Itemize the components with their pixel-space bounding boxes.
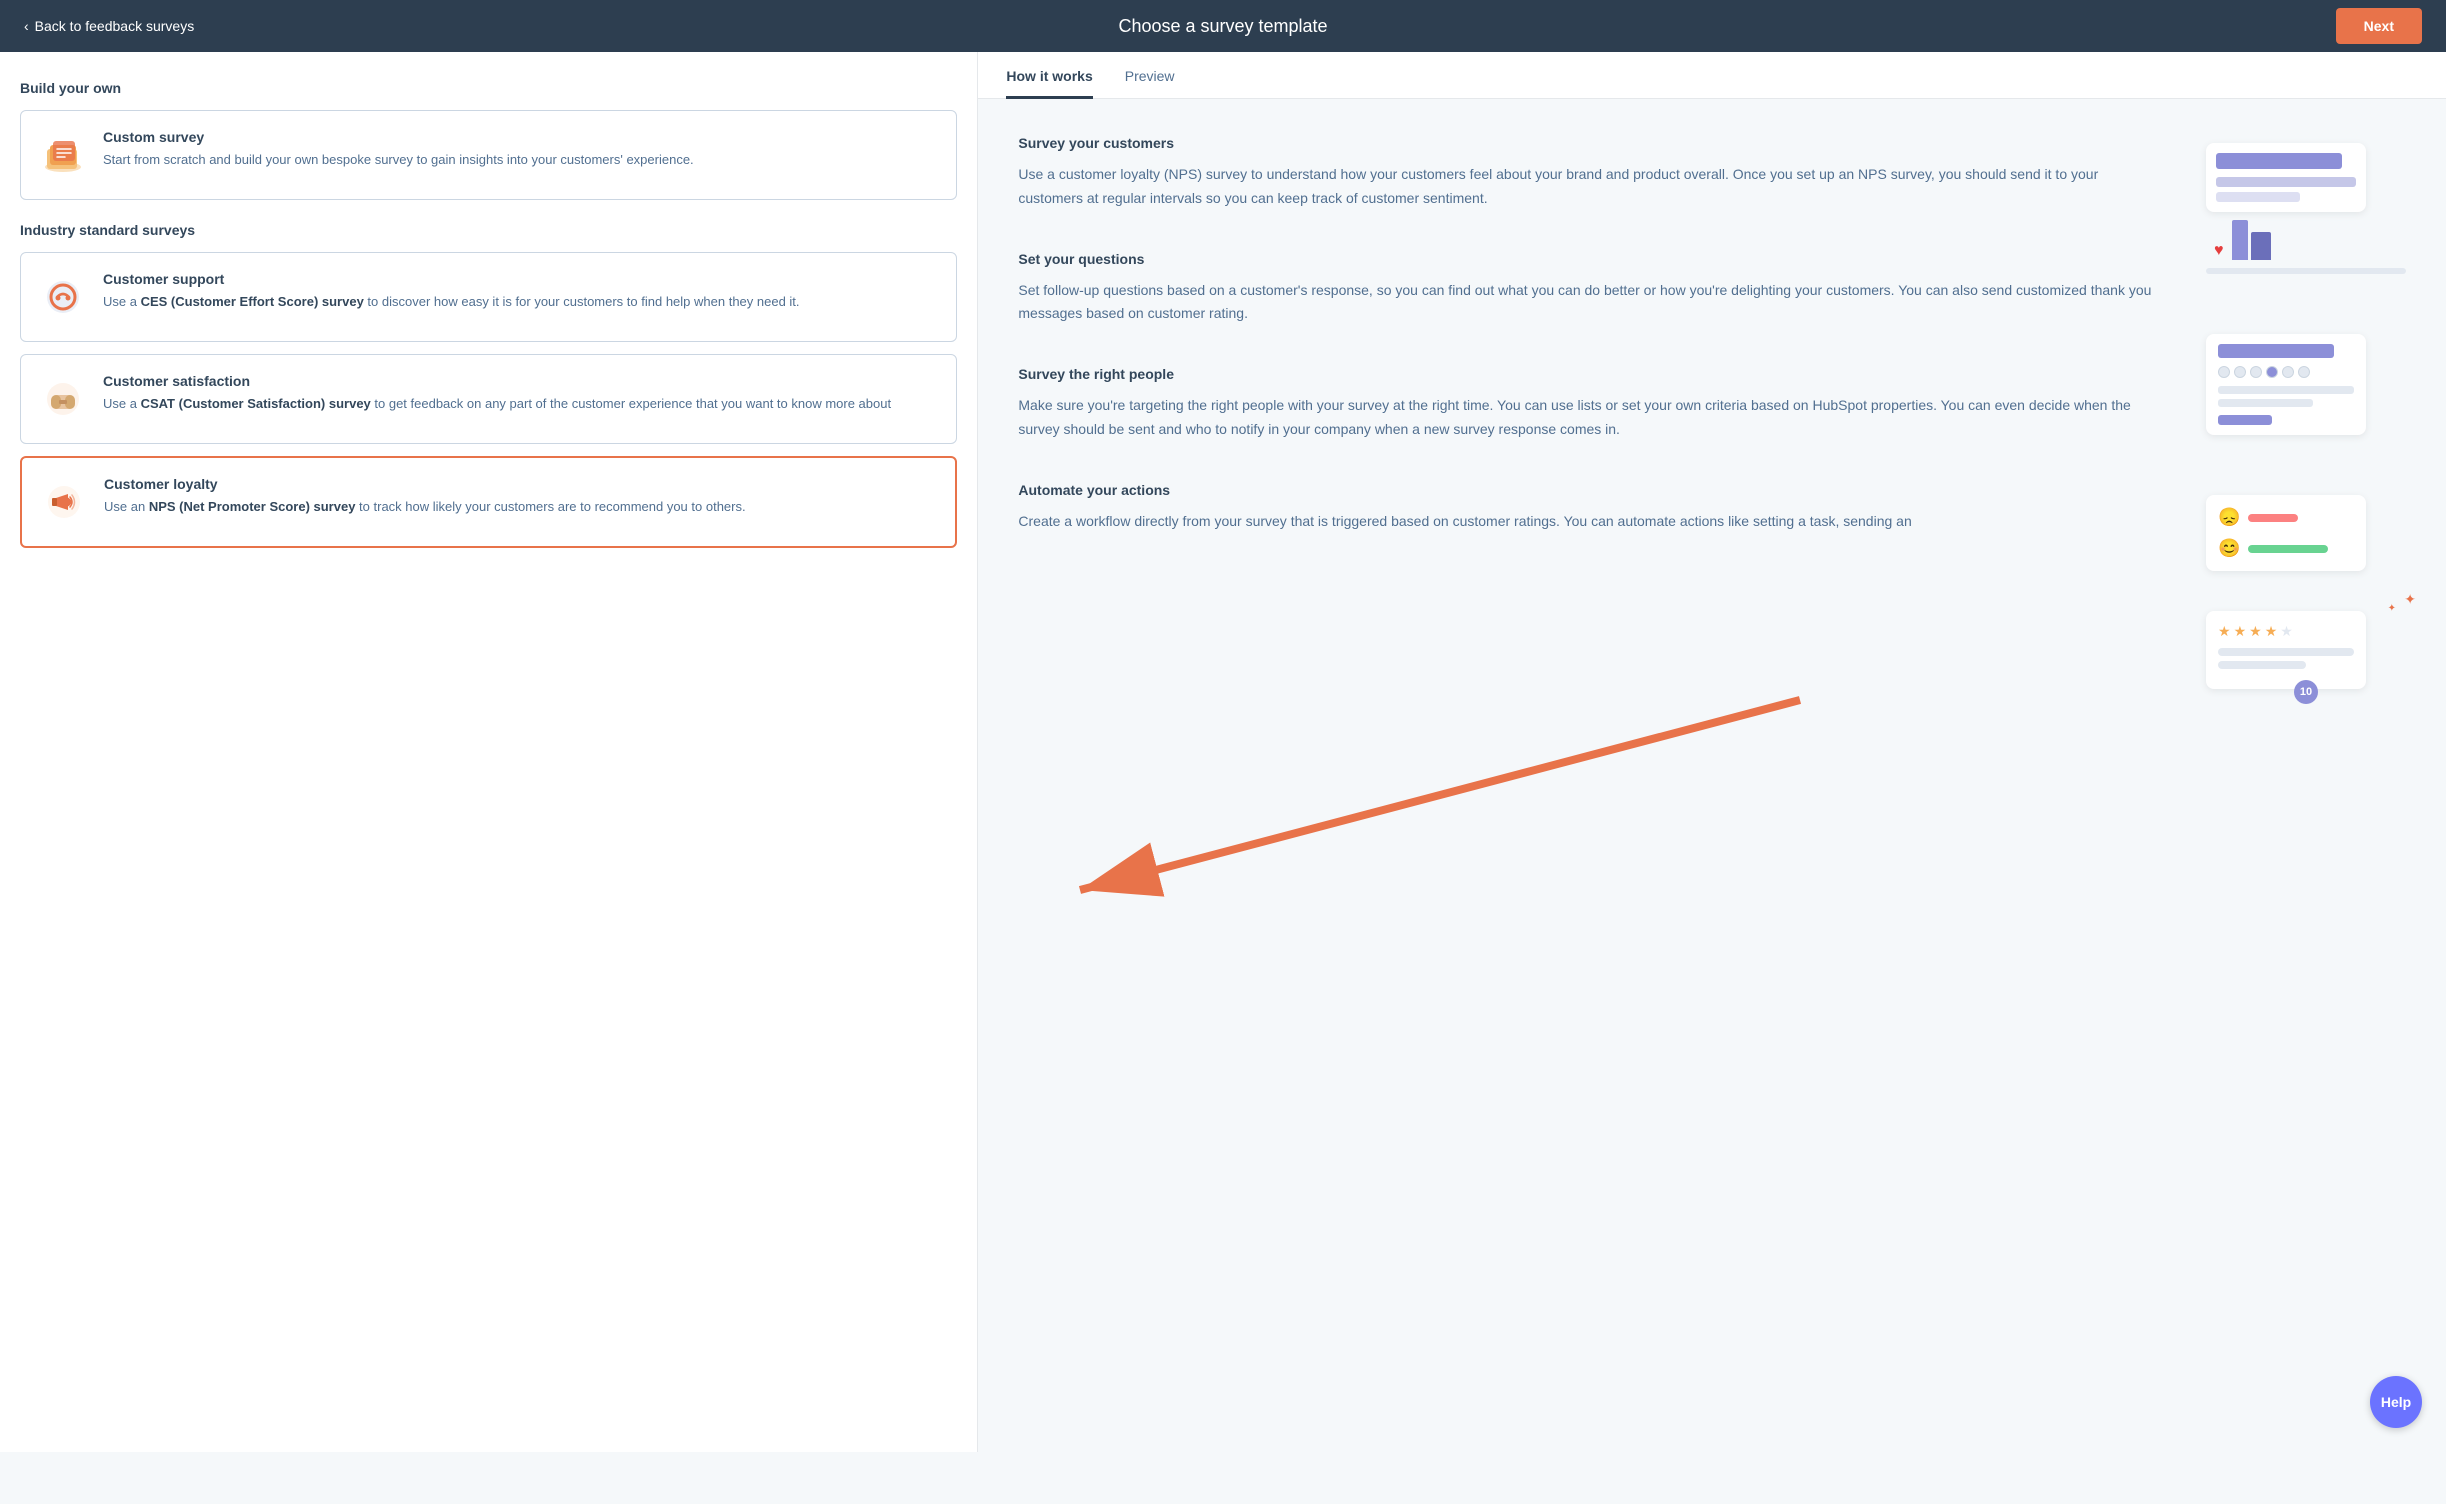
custom-survey-icon	[37, 129, 89, 181]
tab-preview[interactable]: Preview	[1125, 52, 1175, 99]
customer-satisfaction-desc: Use a CSAT (Customer Satisfaction) surve…	[103, 394, 891, 414]
star-1: ★	[2218, 623, 2231, 640]
illus-targeting-section: 😞 😊	[2206, 495, 2406, 571]
section-title-1: Survey your customers	[1018, 135, 2158, 151]
rating-dot-5	[2282, 366, 2294, 378]
section-body-2: Set follow-up questions based on a custo…	[1018, 279, 2158, 327]
back-link[interactable]: ‹ Back to feedback surveys	[24, 18, 194, 34]
star-4: ★	[2265, 623, 2278, 640]
section-right-people: Survey the right people Make sure you're…	[1018, 366, 2158, 442]
auto-bar-2	[2218, 661, 2306, 669]
auto-bar-1	[2218, 648, 2354, 656]
page-title: Choose a survey template	[1118, 16, 1327, 37]
illus-q-title	[2218, 344, 2334, 358]
star-2: ★	[2234, 623, 2247, 640]
illus-automation-section: ★ ★ ★ ★ ★ ✦ ✦ 10	[2206, 611, 2406, 689]
customer-loyalty-content: Customer loyalty Use an NPS (Net Promote…	[104, 476, 746, 517]
stars-row: ★ ★ ★ ★ ★	[2218, 623, 2354, 640]
industry-section: Industry standard surveys Customer suppo…	[20, 222, 957, 548]
illustrations-column: ♥	[2206, 135, 2406, 689]
sad-face-icon: 😞	[2218, 507, 2240, 528]
illus-rating-row	[2218, 366, 2354, 378]
section-automate: Automate your actions Create a workflow …	[1018, 482, 2158, 534]
custom-survey-desc: Start from scratch and build your own be…	[103, 150, 694, 170]
illus-progress-1	[2206, 268, 2406, 274]
star-3: ★	[2249, 623, 2262, 640]
illus-building-group: ♥	[2206, 220, 2406, 260]
customer-loyalty-icon	[38, 476, 90, 528]
chevron-left-icon: ‹	[24, 18, 29, 34]
illus-faces-card: 😞 😊	[2206, 495, 2366, 571]
customer-loyalty-desc: Use an NPS (Net Promoter Score) survey t…	[104, 497, 746, 517]
rating-dot-3	[2250, 366, 2262, 378]
next-button[interactable]: Next	[2336, 8, 2422, 44]
custom-survey-title: Custom survey	[103, 129, 694, 145]
customer-support-card[interactable]: Customer support Use a CES (Customer Eff…	[20, 252, 957, 342]
content-text: Survey your customers Use a customer loy…	[1018, 135, 2158, 689]
heart-icon: ♥	[2214, 242, 2224, 260]
illus-bar-2	[2216, 177, 2356, 187]
building-tower-2	[2251, 232, 2271, 260]
face-row-happy: 😊	[2218, 538, 2354, 559]
content-area: Survey your customers Use a customer loy…	[978, 99, 2446, 725]
section-title-3: Survey the right people	[1018, 366, 2158, 382]
customer-support-desc: Use a CES (Customer Effort Score) survey…	[103, 292, 800, 312]
building-tower-1	[2232, 220, 2248, 260]
customer-loyalty-title: Customer loyalty	[104, 476, 746, 492]
illus-nps-section: ♥	[2206, 143, 2406, 274]
face-row-sad: 😞	[2218, 507, 2354, 528]
customer-support-content: Customer support Use a CES (Customer Eff…	[103, 271, 800, 312]
section-survey-customers: Survey your customers Use a customer loy…	[1018, 135, 2158, 211]
rating-dot-4	[2266, 366, 2278, 378]
number-badge: 10	[2294, 680, 2318, 704]
section-body-4: Create a workflow directly from your sur…	[1018, 510, 2158, 534]
build-own-label: Build your own	[20, 80, 957, 96]
customer-support-icon	[37, 271, 89, 323]
happy-face-icon: 😊	[2218, 538, 2240, 559]
sad-bar	[2248, 514, 2298, 522]
custom-survey-content: Custom survey Start from scratch and bui…	[103, 129, 694, 170]
rating-dot-2	[2234, 366, 2246, 378]
illus-questions-card	[2206, 334, 2366, 435]
section-title-4: Automate your actions	[1018, 482, 2158, 498]
left-panel: Build your own Custom survey Start fr	[0, 52, 978, 1452]
illus-submit-btn	[2218, 415, 2272, 425]
back-label: Back to feedback surveys	[35, 18, 195, 34]
illus-bar-3	[2216, 192, 2300, 202]
sparkle-icon: ✦	[2404, 591, 2416, 608]
customer-satisfaction-title: Customer satisfaction	[103, 373, 891, 389]
rating-dot-1	[2218, 366, 2230, 378]
customer-support-title: Customer support	[103, 271, 800, 287]
customer-satisfaction-icon	[37, 373, 89, 425]
illus-q-bar2	[2218, 399, 2313, 407]
tab-how-it-works[interactable]: How it works	[1006, 52, 1092, 99]
tabs-bar: How it works Preview	[978, 52, 2446, 99]
illus-stars-card: ★ ★ ★ ★ ★	[2206, 611, 2366, 689]
help-button[interactable]: Help	[2370, 1376, 2422, 1428]
custom-survey-card[interactable]: Custom survey Start from scratch and bui…	[20, 110, 957, 200]
app-header: ‹ Back to feedback surveys Choose a surv…	[0, 0, 2446, 52]
right-panel: How it works Preview Survey your custome…	[978, 52, 2446, 1452]
section-title-2: Set your questions	[1018, 251, 2158, 267]
illus-nps-card	[2206, 143, 2366, 212]
happy-bar	[2248, 545, 2328, 553]
section-body-1: Use a customer loyalty (NPS) survey to u…	[1018, 163, 2158, 211]
section-set-questions: Set your questions Set follow-up questio…	[1018, 251, 2158, 327]
illus-q-bar1	[2218, 386, 2354, 394]
customer-loyalty-card[interactable]: Customer loyalty Use an NPS (Net Promote…	[20, 456, 957, 548]
industry-label: Industry standard surveys	[20, 222, 957, 238]
main-container: Build your own Custom survey Start fr	[0, 52, 2446, 1452]
customer-satisfaction-card[interactable]: Customer satisfaction Use a CSAT (Custom…	[20, 354, 957, 444]
illus-questions-section	[2206, 334, 2406, 435]
rating-dot-6	[2298, 366, 2310, 378]
illus-bar-1	[2216, 153, 2342, 169]
customer-satisfaction-content: Customer satisfaction Use a CSAT (Custom…	[103, 373, 891, 414]
star-5: ★	[2280, 623, 2293, 640]
illus-building	[2232, 220, 2271, 260]
section-body-3: Make sure you're targeting the right peo…	[1018, 394, 2158, 442]
sparkle-small-icon: ✦	[2388, 603, 2396, 614]
